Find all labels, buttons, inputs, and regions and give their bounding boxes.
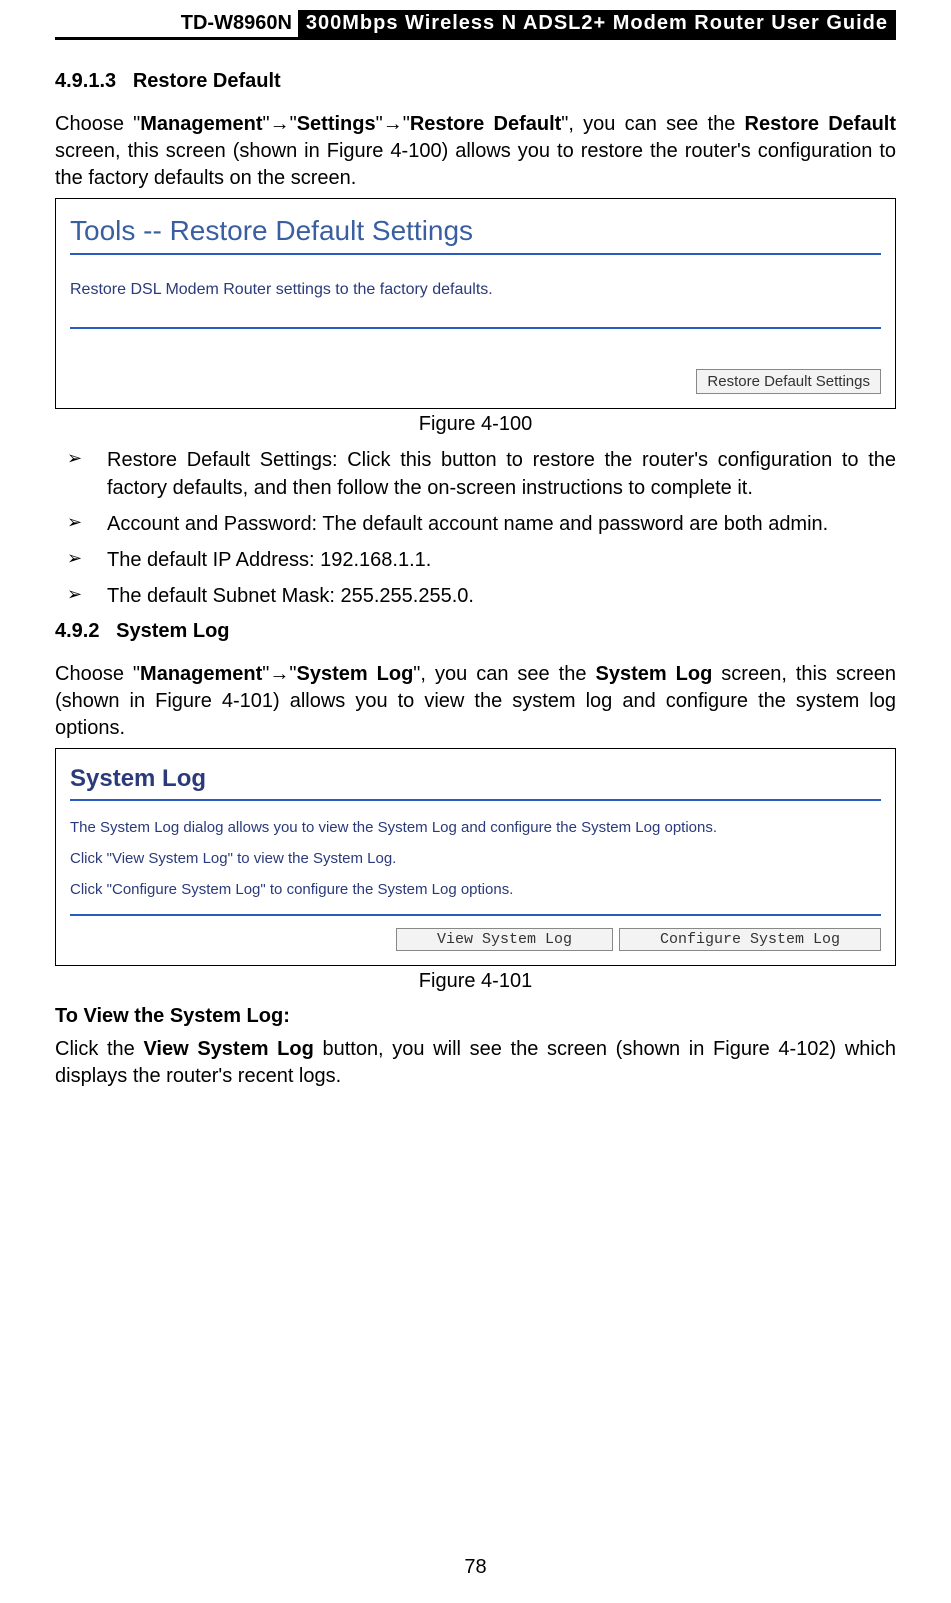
divider: [70, 327, 881, 329]
fig100-subtext: Restore DSL Modem Router settings to the…: [70, 281, 881, 299]
label: Restore Default Settings:: [107, 449, 338, 471]
fig101-line2: Click "View System Log" to view the Syst…: [70, 850, 881, 867]
divider: [70, 799, 881, 801]
section-system-log-heading: 4.9.2 System Log: [55, 620, 896, 643]
figure-4-100-box: Tools -- Restore Default Settings Restor…: [55, 198, 896, 409]
section-num: 4.9.2: [55, 620, 99, 642]
bullet-restore-default-settings: Restore Default Settings: Click this but…: [55, 446, 896, 502]
configure-system-log-button[interactable]: Configure System Log: [619, 928, 881, 951]
section-restore-default-heading: 4.9.1.3 Restore Default: [55, 70, 896, 93]
fig100-heading: Tools -- Restore Default Settings: [70, 215, 881, 247]
fig101-heading: System Log: [70, 765, 881, 793]
label: Subnet Mask:: [213, 585, 335, 607]
page-number: 78: [0, 1556, 951, 1579]
breadcrumb-system-log: System Log: [296, 663, 413, 685]
text: 192.168.1.1.: [315, 549, 432, 571]
text: are both admin.: [684, 513, 829, 535]
breadcrumb-restore-default: Restore Default: [410, 113, 561, 135]
arrow-icon: "→": [376, 113, 410, 135]
header-title: 300Mbps Wireless N ADSL2+ Modem Router U…: [298, 10, 896, 37]
view-system-log-button[interactable]: View System Log: [396, 928, 613, 951]
text-bold: View System Log: [143, 1038, 313, 1060]
text: screen, this screen (shown in Figure 4-1…: [55, 140, 896, 189]
figure-4-100-caption: Figure 4-100: [55, 413, 896, 436]
restore-default-bullets: Restore Default Settings: Click this but…: [55, 446, 896, 610]
to-view-heading: To View the System Log:: [55, 1003, 896, 1030]
section-num: 4.9.1.3: [55, 70, 116, 92]
breadcrumb-management: Management: [140, 663, 262, 685]
text-bold: Restore Default: [745, 113, 896, 135]
text-bold: password: [598, 513, 684, 535]
divider: [70, 253, 881, 255]
breadcrumb-settings: Settings: [297, 113, 376, 135]
fig101-line3: Click "Configure System Log" to configur…: [70, 881, 881, 898]
page-header: TD-W8960N 300Mbps Wireless N ADSL2+ Mode…: [55, 0, 896, 40]
text: Choose ": [55, 663, 140, 685]
text: 255.255.255.0.: [335, 585, 474, 607]
text: and: [554, 513, 598, 535]
section-title: Restore Default: [133, 70, 281, 92]
section-title: System Log: [116, 620, 229, 642]
restore-default-settings-button[interactable]: Restore Default Settings: [696, 369, 881, 394]
bullet-subnet-mask: The default Subnet Mask: 255.255.255.0.: [55, 582, 896, 610]
breadcrumb-management: Management: [140, 113, 262, 135]
system-log-intro: Choose "Management"→"System Log", you ca…: [55, 661, 896, 742]
text-bold: account name: [428, 513, 554, 535]
text: ", you can see the: [561, 113, 744, 135]
text: The default: [317, 513, 428, 535]
text: The default: [107, 549, 213, 571]
label: IP Address:: [213, 549, 315, 571]
figure-4-101-caption: Figure 4-101: [55, 970, 896, 993]
label: To View the System Log:: [55, 1005, 290, 1027]
restore-default-intro: Choose "Management"→"Settings"→"Restore …: [55, 111, 896, 192]
fig101-line1: The System Log dialog allows you to view…: [70, 819, 881, 836]
view-system-log-para: Click the View System Log button, you wi…: [55, 1036, 896, 1090]
divider: [70, 914, 881, 916]
header-model: TD-W8960N: [175, 10, 298, 37]
text: Choose ": [55, 113, 140, 135]
arrow-icon: "→": [262, 663, 296, 685]
text-bold: System Log: [595, 663, 712, 685]
bullet-ip-address: The default IP Address: 192.168.1.1.: [55, 546, 896, 574]
text: The default: [107, 585, 213, 607]
arrow-icon: "→": [263, 113, 297, 135]
label: Account and Password:: [107, 513, 317, 535]
figure-4-101-box: System Log The System Log dialog allows …: [55, 748, 896, 966]
bullet-account-password: Account and Password: The default accoun…: [55, 510, 896, 538]
text: Click the: [55, 1038, 143, 1060]
text: ", you can see the: [413, 663, 595, 685]
